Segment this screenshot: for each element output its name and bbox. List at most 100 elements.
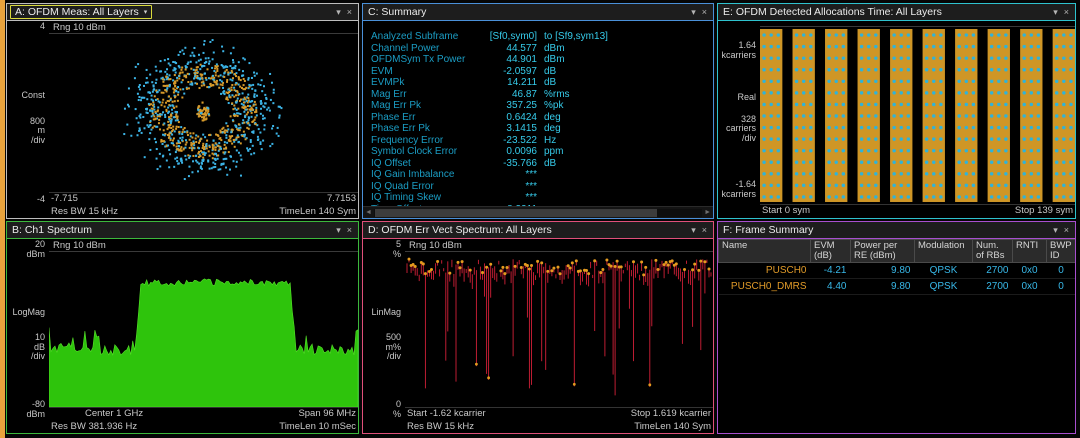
x-axis: Start -1.62 kcarrier Stop 1.619 kcarrier — [405, 408, 713, 420]
summary-row: Mag Err 46.87 %rms — [363, 89, 713, 101]
panel-menu-icon[interactable]: ▾ — [1050, 7, 1061, 18]
table-cell: 4.40 — [811, 279, 851, 295]
x-axis: -7.715 7.7153 — [49, 193, 358, 205]
panel-frame-summary: F: Frame Summary ▾ × NameEVM (dB)Power p… — [717, 221, 1076, 434]
panel-menu-icon[interactable]: ▾ — [688, 7, 699, 18]
y-axis-top-label: 1.64kcarriers — [721, 41, 756, 60]
scrollbar-thumb[interactable] — [375, 209, 657, 217]
panel-menu-icon[interactable]: ▾ — [333, 7, 344, 18]
x-axis-right-label: Stop 139 sym — [1015, 205, 1073, 218]
x-axis-left-label: -7.715 — [51, 193, 78, 205]
scrollbar-track[interactable] — [374, 209, 702, 217]
panel-title[interactable]: F: Frame Summary — [721, 224, 815, 236]
table-cell: 9.80 — [851, 263, 915, 279]
summary-unit: Hz — [544, 135, 556, 147]
summary-label: Mag Err — [371, 89, 407, 101]
chevron-down-icon: ▾ — [144, 8, 148, 16]
titlebar[interactable]: E: OFDM Detected Allocations Time: All L… — [718, 4, 1075, 21]
panel-menu-icon[interactable]: ▾ — [1050, 225, 1061, 236]
table-header-cell: RNTI — [1013, 240, 1047, 263]
panel-menu-icon[interactable]: ▾ — [333, 225, 344, 236]
summary-label: Phase Err — [371, 112, 415, 124]
summary-value: *** — [475, 192, 537, 204]
summary-value: 14.211 — [475, 77, 537, 89]
panel-close-icon[interactable]: × — [1061, 7, 1072, 17]
constellation-plot — [49, 34, 358, 193]
x-axis-right-label: Stop 1.619 kcarrier — [631, 408, 711, 420]
summary-row: Mag Err Pk357.25%pk — [363, 100, 713, 112]
res-bw-label: Res BW 381.936 Hz — [51, 420, 137, 433]
summary-label: IQ Timing Skew — [371, 192, 441, 204]
table-cell: 0 — [1047, 263, 1076, 279]
titlebar[interactable]: F: Frame Summary ▾ × — [718, 222, 1075, 239]
summary-row: EVMPk14.211dB — [363, 77, 713, 89]
summary-rows: Analyzed Subframe[Sf0,sym0]to [Sf9,sym13… — [363, 31, 713, 215]
center-freq-label: Center 1 GHz — [85, 408, 143, 420]
scroll-right-icon[interactable]: ► — [702, 207, 713, 219]
x-axis-right-label: 7.7153 — [327, 193, 356, 205]
panel-title[interactable]: B: Ch1 Spectrum — [10, 224, 94, 236]
summary-label: Analyzed Subframe — [371, 31, 458, 43]
table-cell: 9.80 — [851, 279, 915, 295]
panel-close-icon[interactable]: × — [1061, 225, 1072, 235]
panel-close-icon[interactable]: × — [344, 7, 355, 17]
table-cell: 0 — [1047, 279, 1076, 295]
plot-footer: Res BW 381.936 Hz TimeLen 10 mSec — [49, 420, 358, 433]
summary-row: OFDMSym Tx Power44.901dBm — [363, 54, 713, 66]
summary-label: IQ Gain Imbalance — [371, 169, 454, 181]
panel-detected-allocations: E: OFDM Detected Allocations Time: All L… — [717, 3, 1076, 219]
allocations-plot — [760, 27, 1075, 205]
table-row[interactable]: PUSCH0_DMRS4.409.80QPSK27000x00 — [719, 279, 1076, 295]
scroll-left-icon[interactable]: ◄ — [363, 207, 374, 219]
panel-close-icon[interactable]: × — [699, 225, 710, 235]
res-bw-label: Res BW 15 kHz — [407, 420, 474, 433]
table-cell: QPSK — [915, 263, 973, 279]
panel-ch1-spectrum: B: Ch1 Spectrum ▾ × 20dBm LogMag 10dB/di… — [6, 221, 359, 434]
horizontal-scrollbar[interactable]: ◄ ► — [363, 206, 713, 218]
panel-title[interactable]: D: OFDM Err Vect Spectrum: All Layers — [366, 224, 554, 236]
panel-summary: C: Summary ▾ × Analyzed Subframe[Sf0,sym… — [362, 3, 714, 219]
summary-unit: dBm — [544, 54, 565, 66]
summary-label: OFDMSym Tx Power — [371, 54, 465, 66]
summary-row: Frequency Error-23.522Hz — [363, 135, 713, 147]
titlebar[interactable]: A: OFDM Meas: All Layers ▾ ▾ × — [7, 4, 358, 21]
timelen-label: TimeLen 140 Sym — [634, 420, 711, 433]
range-label: Rng 10 dBm — [405, 239, 713, 252]
evm-spectrum-plot — [405, 252, 713, 408]
summary-row: Phase Err Pk3.1415deg — [363, 123, 713, 135]
y-axis-top-label: 20dBm — [26, 240, 45, 259]
summary-value: -23.522 — [475, 135, 537, 147]
summary-value: 3.1415 — [475, 123, 537, 135]
titlebar[interactable]: C: Summary ▾ × — [363, 4, 713, 21]
panel-title: A: OFDM Meas: All Layers — [15, 6, 139, 18]
summary-unit: %rms — [544, 89, 570, 101]
x-axis: Center 1 GHz Span 96 MHz — [49, 408, 358, 420]
panel-close-icon[interactable]: × — [699, 7, 710, 17]
panel-title[interactable]: C: Summary — [366, 6, 428, 18]
y-axis: 4 Const 800m/div -4 — [7, 21, 49, 205]
summary-unit: dB — [544, 77, 556, 89]
y-axis-top-label: 4 — [40, 22, 45, 32]
summary-value: 46.87 — [475, 89, 537, 101]
y-axis-div-label: 328carriers/div — [726, 115, 756, 144]
table-header-cell: Name — [719, 240, 811, 263]
titlebar[interactable]: D: OFDM Err Vect Spectrum: All Layers ▾ … — [363, 222, 713, 239]
table-row[interactable]: PUSCH0-4.219.80QPSK27000x00 — [719, 263, 1076, 279]
summary-unit: dB — [544, 66, 556, 78]
summary-row: IQ Gain Imbalance*** — [363, 169, 713, 181]
summary-row: IQ Timing Skew *** — [363, 192, 713, 204]
panel-title-selector[interactable]: A: OFDM Meas: All Layers ▾ — [10, 5, 152, 19]
y-axis-bottom-label: -80dBm — [26, 400, 45, 419]
y-axis-format-label: LinMag — [371, 308, 401, 318]
panel-menu-icon[interactable]: ▾ — [688, 225, 699, 236]
table-header-cell: EVM (dB) — [811, 240, 851, 263]
panel-close-icon[interactable]: × — [344, 225, 355, 235]
summary-label: Phase Err Pk — [371, 123, 430, 135]
panel-title[interactable]: E: OFDM Detected Allocations Time: All L… — [721, 6, 944, 18]
table-cell: 2700 — [973, 263, 1013, 279]
timelen-label: TimeLen 140 Sym — [279, 205, 356, 218]
summary-row: IQ Offset-35.766dB — [363, 158, 713, 170]
summary-row: Symbol Clock Error0.0096ppm — [363, 146, 713, 158]
summary-value: 0.0096 — [475, 146, 537, 158]
titlebar[interactable]: B: Ch1 Spectrum ▾ × — [7, 222, 358, 239]
